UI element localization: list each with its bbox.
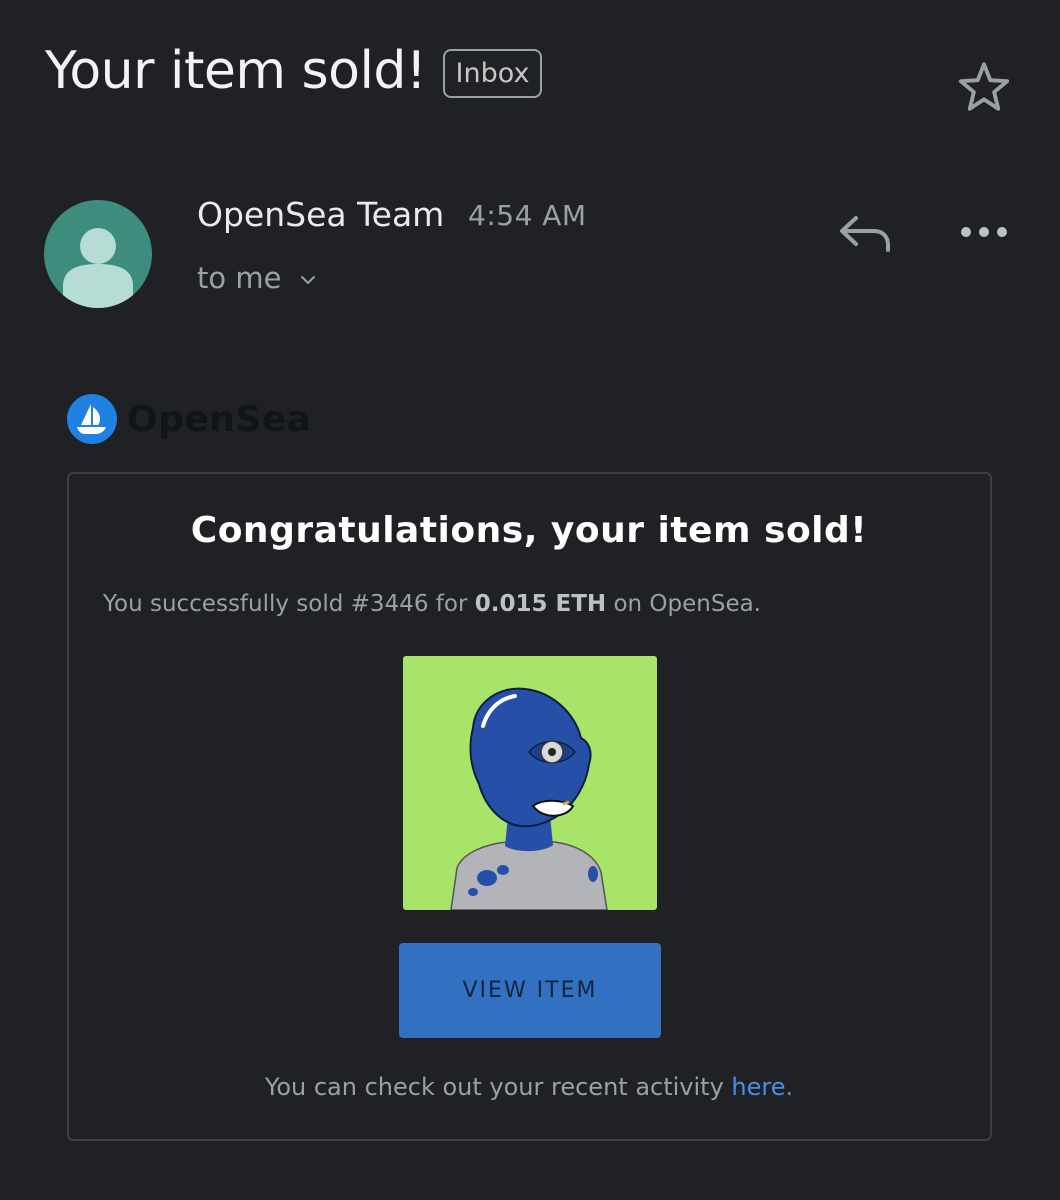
recent-activity-link[interactable]: here <box>731 1073 785 1101</box>
summary-suffix: on OpenSea. <box>606 591 761 617</box>
sale-summary: You successfully sold #3446 for 0.015 ET… <box>103 588 761 620</box>
opensea-wordmark: OpenSea <box>127 399 312 440</box>
opensea-logo-icon <box>67 394 117 444</box>
star-icon[interactable] <box>955 58 1013 116</box>
alien-character-image <box>450 687 608 910</box>
sale-heading: Congratulations, your item sold! <box>190 510 868 551</box>
summary-prefix: You successfully sold #3446 for <box>103 591 475 617</box>
sender-name: OpenSea Team <box>197 195 445 234</box>
inbox-label-badge[interactable]: Inbox <box>443 49 542 98</box>
sale-amount: 0.015 ETH <box>474 591 607 617</box>
activity-footer: You can check out your recent activity h… <box>0 1071 1058 1103</box>
recipient-toggle[interactable]: to me <box>197 258 317 298</box>
person-icon <box>63 228 133 308</box>
nft-image[interactable] <box>403 656 657 910</box>
more-icon[interactable] <box>958 218 1010 246</box>
sender-avatar[interactable] <box>44 200 152 308</box>
footer-period: . <box>785 1073 794 1101</box>
footer-text: You can check out your recent activity <box>264 1073 732 1101</box>
recipient-text: to me <box>197 261 282 295</box>
email-subject: Your item sold! <box>45 41 427 101</box>
chevron-down-icon <box>300 276 315 285</box>
view-item-button[interactable]: VIEW ITEM <box>399 943 661 1038</box>
reply-icon[interactable] <box>836 210 892 256</box>
sent-time: 4:54 AM <box>468 199 587 232</box>
